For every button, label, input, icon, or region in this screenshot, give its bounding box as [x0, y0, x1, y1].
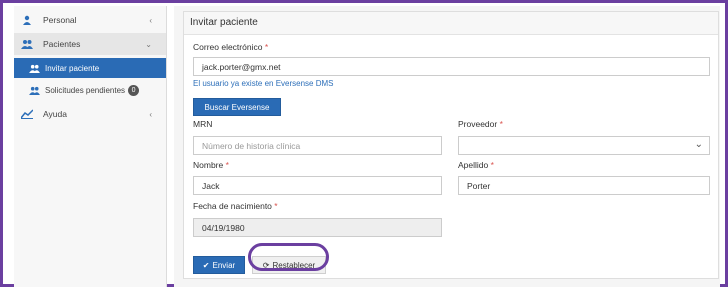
first-name-input[interactable]: Jack	[193, 176, 442, 195]
dob-input: 04/19/1980	[193, 218, 442, 237]
invite-patient-panel: Invitar paciente Correo electrónico * ja…	[183, 11, 719, 279]
mrn-input[interactable]: Número de historia clínica	[193, 136, 442, 155]
sidebar: Personal ‹ Pacientes ⌄ Invitar paciente …	[14, 6, 167, 287]
sidebar-item-personal[interactable]: Personal ‹	[14, 9, 166, 31]
sidebar-subitem-invitar-paciente[interactable]: Invitar paciente	[14, 58, 166, 78]
provider-label: Proveedor *	[458, 119, 503, 129]
submit-button[interactable]: ✔ Enviar	[193, 256, 245, 274]
page-title: Invitar paciente	[190, 17, 258, 28]
sidebar-item-label: Ayuda	[43, 109, 67, 119]
sidebar-subitem-label: Invitar paciente	[45, 63, 100, 73]
dob-label: Fecha de nacimiento *	[193, 201, 278, 211]
email-field[interactable]: jack.porter@gmx.net	[193, 57, 710, 76]
provider-select[interactable]: ⌄	[458, 136, 710, 155]
chevron-left-icon: ‹	[149, 109, 152, 119]
chevron-down-icon: ⌄	[145, 39, 152, 49]
users-icon	[28, 86, 40, 95]
sidebar-item-pacientes[interactable]: Pacientes ⌄	[14, 33, 166, 55]
first-name-label: Nombre *	[193, 160, 229, 170]
person-icon	[20, 15, 34, 25]
sidebar-item-label: Pacientes	[43, 39, 81, 49]
sidebar-subitem-solicitudes-pendientes[interactable]: Solicitudes pendientes 0	[14, 80, 166, 100]
mrn-label: MRN	[193, 119, 213, 129]
search-eversense-button[interactable]: Buscar Eversense	[193, 98, 281, 116]
email-hint: El usuario ya existe en Eversense DMS	[193, 79, 334, 88]
sidebar-subitem-label: Solicitudes pendientes	[45, 85, 126, 95]
pending-count-badge: 0	[128, 84, 140, 96]
chevron-down-icon: ⌄	[694, 139, 703, 150]
last-name-input[interactable]: Porter	[458, 176, 710, 195]
chevron-left-icon: ‹	[149, 15, 152, 25]
window-frame: Personal ‹ Pacientes ⌄ Invitar paciente …	[0, 0, 728, 287]
email-label: Correo electrónico *	[193, 42, 269, 52]
chart-icon	[20, 109, 34, 119]
panel-header: Invitar paciente	[184, 12, 718, 35]
last-name-label: Apellido *	[458, 160, 494, 170]
users-icon	[20, 39, 34, 49]
sidebar-item-ayuda[interactable]: Ayuda ‹	[14, 103, 166, 125]
check-icon: ✔	[202, 260, 210, 270]
reset-highlight-ring	[248, 243, 329, 271]
users-icon	[28, 64, 40, 73]
sidebar-item-label: Personal	[43, 15, 77, 25]
